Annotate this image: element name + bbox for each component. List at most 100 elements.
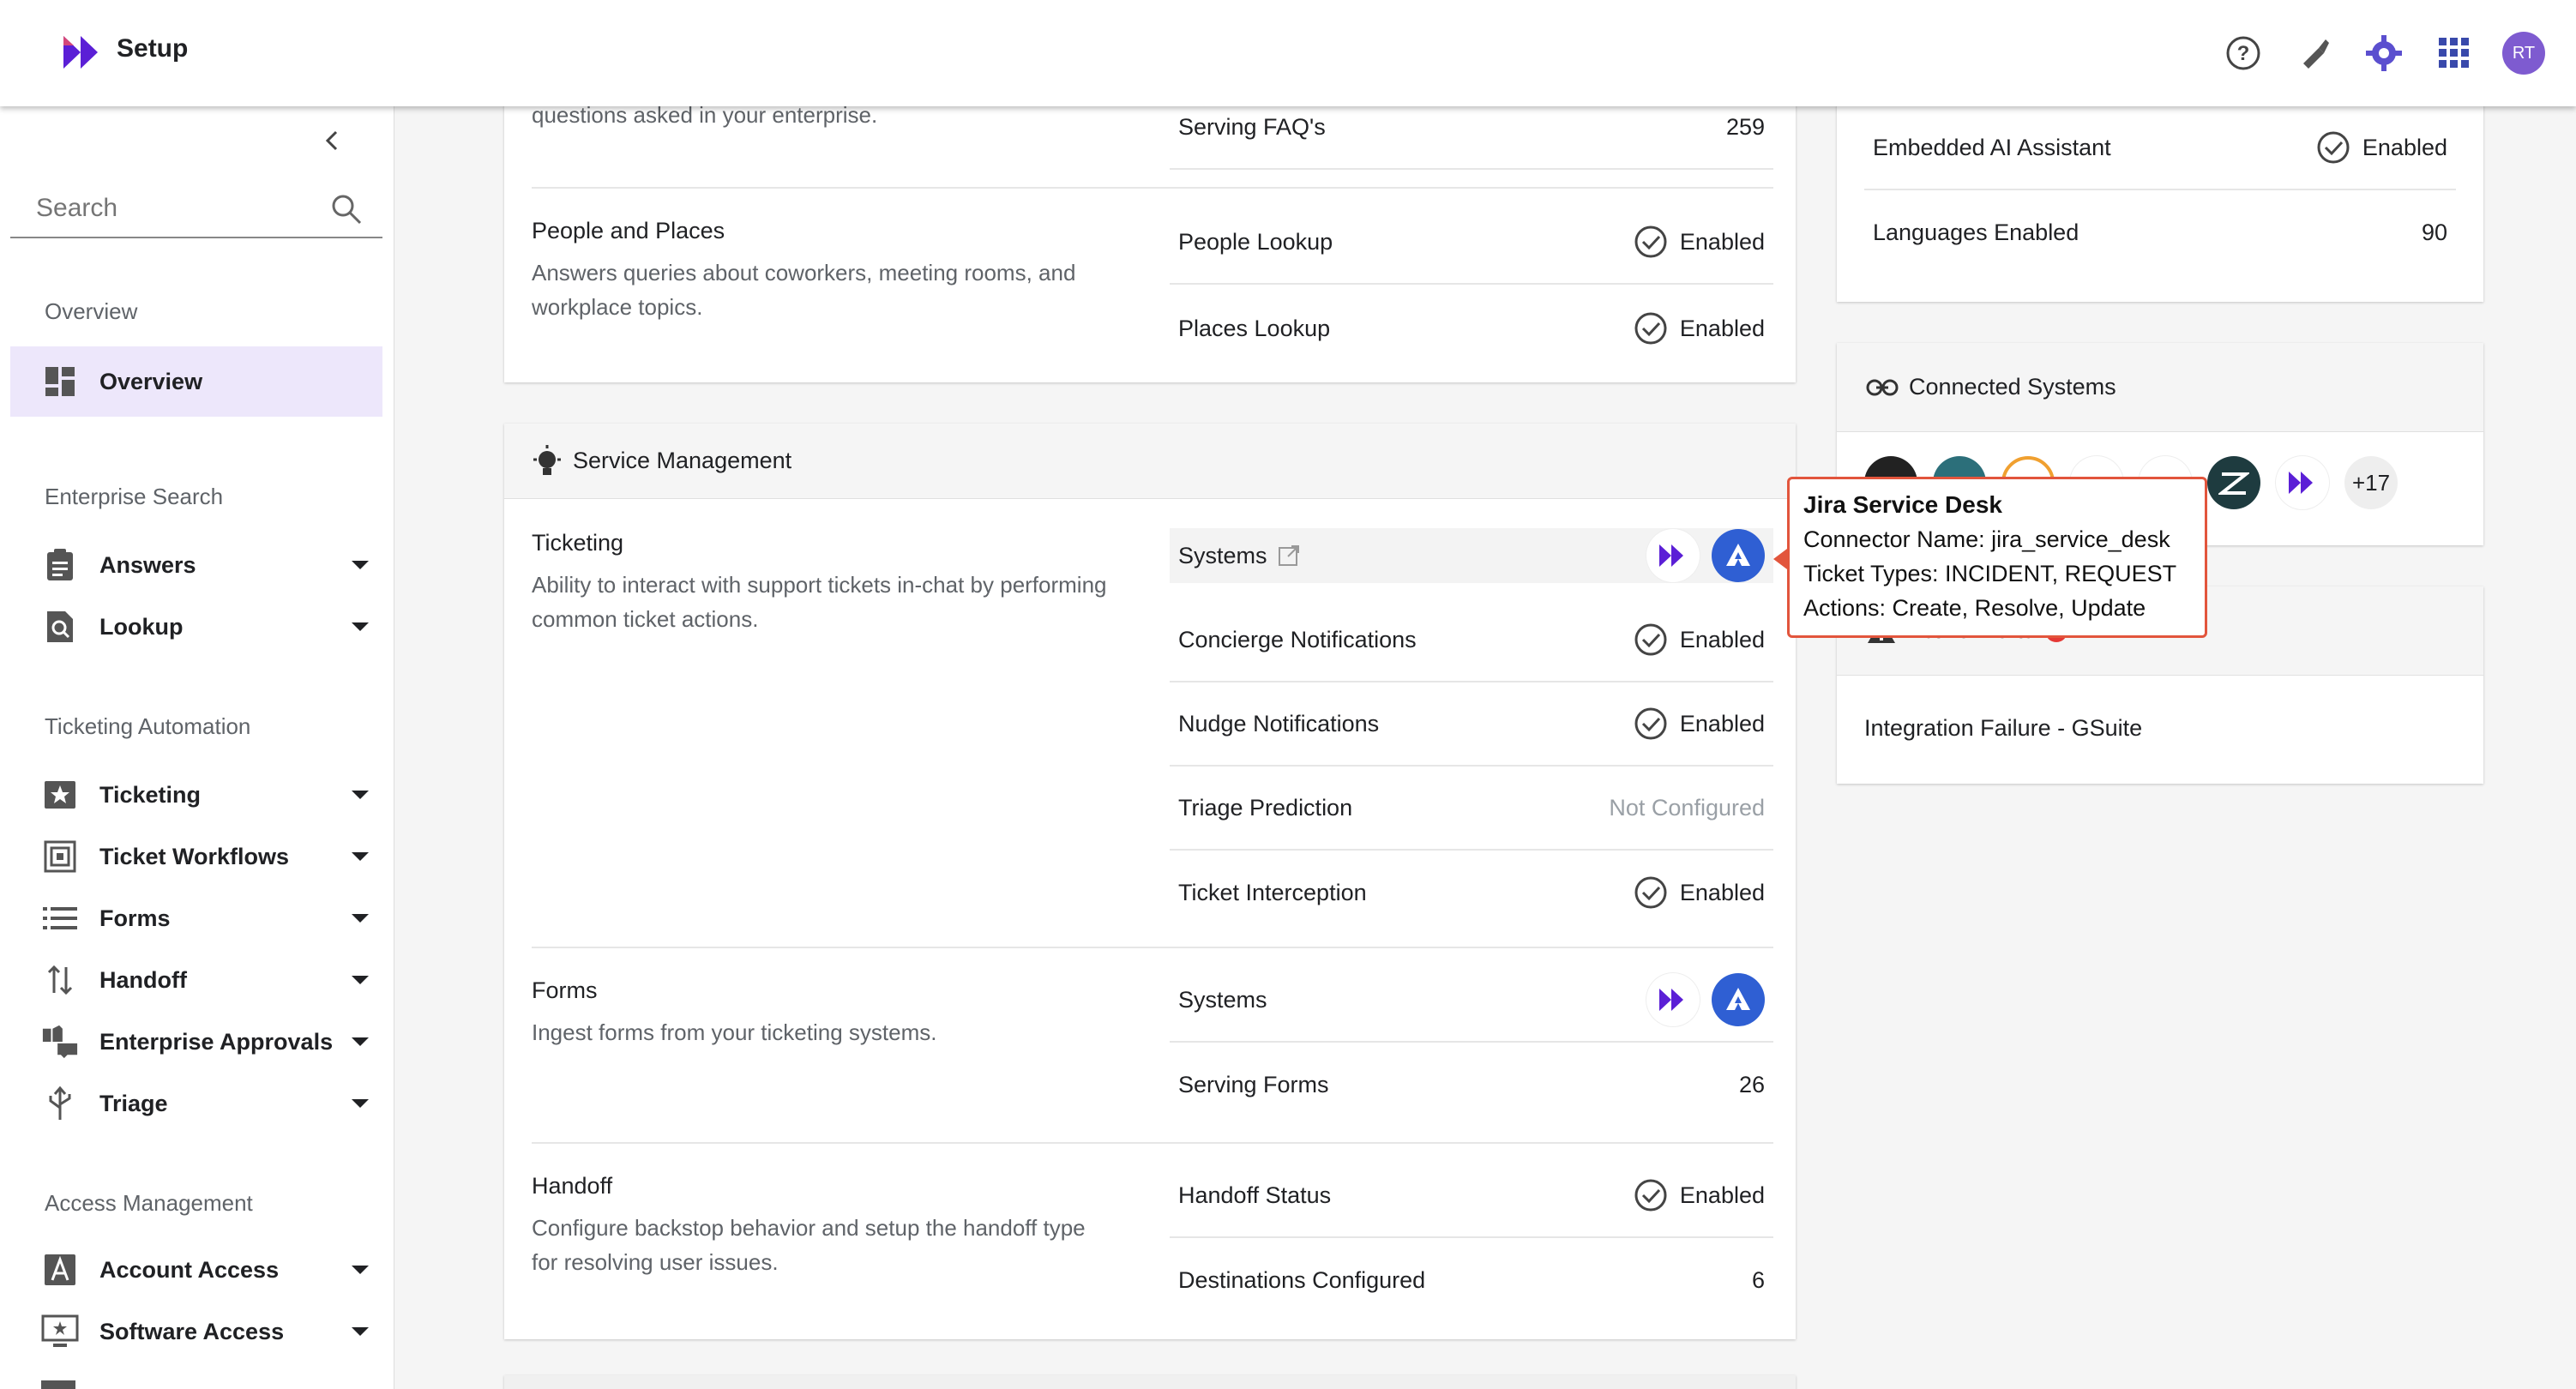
card-title: Service Management: [573, 448, 792, 473]
top-icons: ? RT: [2221, 31, 2545, 75]
row-value: Enabled: [1634, 311, 1765, 346]
apps-grid-icon[interactable]: [2432, 31, 2477, 75]
sidebar-search: [10, 183, 382, 238]
status-text: Enabled: [1679, 228, 1765, 255]
tooltip-title: Jira Service Desk: [1803, 491, 2002, 518]
section-overview: Overview: [45, 298, 138, 324]
list-icon: [41, 899, 79, 937]
search-input[interactable]: [36, 194, 328, 223]
answers-card: questions asked in your enterprise. Serv…: [504, 86, 1796, 382]
sidebar-item-answers[interactable]: Answers: [10, 530, 382, 600]
software-monitor-icon: [41, 1313, 79, 1350]
serving-forms-row: Serving Forms 26: [1170, 1043, 1773, 1127]
settings-icon[interactable]: [2362, 31, 2406, 75]
card-header: Connected Systems: [1837, 343, 2483, 432]
sidebar-item-software-access[interactable]: Software Access: [10, 1296, 382, 1367]
feature-description: Answers queries about coworkers, meeting…: [532, 260, 1076, 320]
sidebar-item-ticketing[interactable]: Ticketing: [10, 760, 382, 830]
avatar[interactable]: RT: [2502, 32, 2545, 75]
sidebar-item-label: Triage: [99, 1090, 168, 1116]
row-label: Languages Enabled: [1873, 219, 2079, 245]
row-label: Places Lookup: [1178, 315, 1331, 341]
row-label: Triage Prediction: [1178, 794, 1353, 821]
row-value: Enabled: [1634, 225, 1765, 259]
jira-logo-icon[interactable]: [1712, 973, 1765, 1026]
feature-title: Ticketing: [532, 530, 624, 556]
ticket-interception-row: Ticket Interception Enabled: [1170, 851, 1773, 935]
open-external-icon[interactable]: [1278, 544, 1300, 567]
row-value: Enabled: [1634, 622, 1765, 657]
row-value: Enabled: [1634, 1178, 1765, 1212]
people-lookup-row: People Lookup Enabled: [1170, 201, 1773, 285]
status-text: Enabled: [1679, 626, 1765, 652]
section-ticketing-automation: Ticketing Automation: [45, 713, 251, 739]
row-label: Systems: [1178, 986, 1267, 1013]
row-label: Nudge Notifications: [1178, 710, 1380, 737]
row-value: 6: [1751, 1266, 1765, 1293]
sidebar-item-overview[interactable]: Overview: [10, 346, 382, 417]
row-label: Serving Forms: [1178, 1071, 1329, 1097]
row-value: 259: [1725, 113, 1765, 140]
alert-item[interactable]: Integration Failure - GSuite: [1864, 715, 2142, 742]
tooltip-arrow: [1773, 549, 1787, 569]
row-label: Systems: [1178, 543, 1300, 569]
status-text: Enabled: [1679, 879, 1765, 905]
row-value: Not Configured: [1609, 794, 1765, 821]
more-systems-badge[interactable]: +17: [2344, 456, 2398, 509]
moveworks-logo-icon[interactable]: [1646, 529, 1700, 582]
chevron-down-icon[interactable]: [352, 914, 369, 923]
section-enterprise-search: Enterprise Search: [45, 484, 224, 509]
zendesk-logo-icon[interactable]: [2207, 456, 2260, 509]
swap-vertical-icon: [41, 961, 79, 999]
feature-description: Configure backstop behavior and setup th…: [532, 1215, 1086, 1275]
sidebar-item-label: Ticketing: [99, 781, 202, 808]
brush-icon[interactable]: [2291, 31, 2336, 75]
search-icon[interactable]: [329, 192, 364, 226]
check-circle-icon: [1634, 707, 1667, 740]
divider: [532, 1142, 1773, 1144]
divider: [532, 947, 1773, 948]
sidebar-item-label: Ticket Workflows: [99, 843, 290, 869]
systems-label: Systems: [1178, 542, 1267, 568]
status-text: Enabled: [1679, 1182, 1765, 1208]
row-label: Handoff Status: [1178, 1182, 1332, 1208]
chevron-down-icon[interactable]: [352, 561, 369, 569]
sidebar-item-forms[interactable]: Forms: [10, 883, 382, 953]
chevron-down-icon[interactable]: [352, 622, 369, 631]
row-value: Enabled: [1634, 707, 1765, 741]
sidebar-item-label: Enterprise Approvals: [99, 1028, 334, 1055]
chevron-down-icon[interactable]: [352, 791, 369, 799]
partial-mail-icon: [41, 1380, 75, 1389]
systems-logos: [1646, 529, 1765, 582]
chevron-down-icon[interactable]: [352, 1099, 369, 1108]
chevron-down-icon[interactable]: [352, 976, 369, 984]
help-icon[interactable]: ?: [2221, 31, 2266, 75]
chevron-down-icon[interactable]: [352, 1266, 369, 1274]
row-label: Concierge Notifications: [1178, 626, 1417, 652]
row-value: Enabled: [2316, 130, 2447, 165]
collapse-sidebar-icon[interactable]: [317, 125, 348, 156]
sidebar-item-label: Account Access: [99, 1256, 280, 1283]
sidebar-item-triage[interactable]: Triage: [10, 1068, 382, 1139]
chevron-down-icon[interactable]: [352, 1037, 369, 1046]
feature-description: Ability to interact with support tickets…: [532, 572, 1107, 632]
svg-text:?: ?: [2237, 42, 2250, 65]
sidebar-item-ticket-workflows[interactable]: Ticket Workflows: [10, 821, 382, 892]
chevron-down-icon[interactable]: [352, 852, 369, 861]
triage-prediction-row: Triage Prediction Not Configured: [1170, 767, 1773, 851]
moveworks-logo-icon[interactable]: [2276, 456, 2329, 509]
moveworks-logo-icon[interactable]: [1646, 973, 1700, 1026]
row-label: Serving FAQ's: [1178, 113, 1326, 140]
sidebar-item-lookup[interactable]: Lookup: [10, 592, 382, 662]
sidebar-item-label: Software Access: [99, 1318, 285, 1344]
lightbulb-icon: [533, 444, 561, 475]
row-value: 26: [1738, 1071, 1765, 1097]
sidebar-item-account-access[interactable]: Account Access: [10, 1235, 382, 1305]
row-label: Destinations Configured: [1178, 1266, 1426, 1293]
jira-logo-icon[interactable]: [1712, 529, 1765, 582]
chevron-down-icon[interactable]: [352, 1327, 369, 1336]
row-value: 90: [2421, 219, 2447, 245]
destinations-configured-row: Destinations Configured 6: [1170, 1238, 1773, 1322]
sidebar-item-handoff[interactable]: Handoff: [10, 945, 382, 1015]
sidebar-item-enterprise-approvals[interactable]: Enterprise Approvals: [10, 1007, 382, 1077]
